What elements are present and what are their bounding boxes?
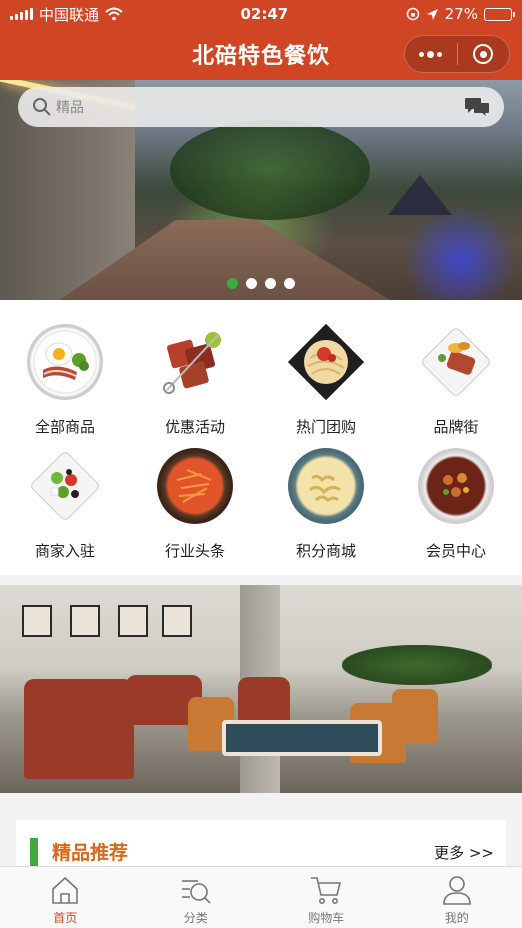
category-label: 积分商城: [295, 542, 356, 560]
tab-category[interactable]: 分类: [131, 867, 262, 928]
category-all-products[interactable]: 全部商品: [0, 300, 130, 436]
bottom-tab-bar: 首页 分类 购物车 我的: [0, 866, 522, 928]
indicator-dot[interactable]: [227, 278, 238, 289]
tab-mine[interactable]: 我的: [392, 867, 522, 928]
breakfast-plate-icon: [27, 324, 103, 400]
noodle-plate-icon: [287, 323, 365, 401]
sofa: [24, 679, 134, 779]
carrot-plate-icon: [157, 448, 233, 524]
stew-bowl-icon: [418, 448, 494, 524]
category-label: 行业头条: [164, 542, 225, 560]
pasta-bowl-icon: [288, 448, 364, 524]
category-search-icon: [181, 880, 211, 904]
category-merchant-join[interactable]: 商家入驻: [0, 424, 130, 560]
user-icon: [442, 876, 471, 905]
search-bar[interactable]: 精品: [18, 87, 504, 127]
wall-picture: [162, 605, 192, 637]
category-label: 会员中心: [425, 542, 486, 560]
target-close-icon: [473, 44, 494, 64]
page-title: 北碚特色餐饮: [191, 44, 330, 69]
wall-picture: [118, 605, 148, 637]
battery-percent: 27%: [444, 5, 478, 23]
sofa: [238, 677, 290, 723]
search-input[interactable]: 精品: [52, 97, 84, 117]
more-link[interactable]: 更多 >>: [434, 842, 494, 863]
carousel-indicators: [227, 278, 295, 289]
category-points-mall[interactable]: 积分商城: [261, 424, 391, 560]
category-brand-street[interactable]: 品牌街: [391, 300, 521, 436]
nav-bar: 北碚特色餐饮: [0, 28, 522, 80]
skewer-icon: [157, 324, 233, 400]
tab-label: 首页: [53, 911, 78, 925]
home-icon: [52, 876, 79, 904]
wall-picture: [22, 605, 52, 637]
tab-cart[interactable]: 购物车: [261, 867, 392, 928]
more-button[interactable]: [405, 36, 457, 72]
more-dots-icon: [419, 50, 443, 58]
salad-plate-icon: [27, 448, 103, 524]
mahjong-table: [222, 720, 382, 756]
category-member-center[interactable]: 会员中心: [391, 424, 521, 560]
location-icon: [426, 8, 438, 20]
mini-program-capsule: [404, 35, 510, 73]
section-accent-bar: [30, 838, 38, 866]
cart-icon: [311, 877, 342, 904]
battery-icon: [483, 7, 515, 21]
banner-trees: [170, 120, 370, 220]
status-time: 02:47: [240, 5, 289, 23]
section-title: 精品推荐: [52, 842, 129, 864]
category-industry-news[interactable]: 行业头条: [130, 424, 260, 560]
restaurant-interior-image: [0, 585, 522, 793]
search-icon: [33, 98, 51, 116]
indicator-dot[interactable]: [246, 278, 257, 289]
top-header: 中国联通 02:47 27% 北碚特色餐饮: [0, 0, 522, 80]
interior-plants: [342, 645, 492, 685]
tab-label: 购物车: [308, 911, 345, 925]
orientation-lock-icon: [406, 7, 419, 21]
category-label: 商家入驻: [34, 542, 95, 560]
wifi-icon: [105, 7, 123, 21]
close-button[interactable]: [458, 36, 510, 72]
category-promotions[interactable]: 优惠活动: [130, 300, 260, 436]
banner-gazebo: [388, 175, 452, 215]
chair: [392, 689, 438, 743]
steak-plate-icon: [418, 324, 494, 400]
wall-picture: [70, 605, 100, 637]
chat-icon[interactable]: [464, 97, 490, 117]
status-bar: 中国联通 02:47 27%: [0, 0, 522, 28]
tab-label: 分类: [183, 911, 208, 925]
signal-icon: [10, 8, 33, 20]
category-grid: 全部商品 优惠活动 热门团购 品牌街 商家入驻 行业头条 积分商城 会员中心: [0, 300, 522, 575]
tab-label: 我的: [444, 911, 469, 925]
indicator-dot[interactable]: [265, 278, 276, 289]
tab-home[interactable]: 首页: [0, 867, 131, 928]
category-group-buy[interactable]: 热门团购: [261, 300, 391, 436]
indicator-dot[interactable]: [284, 278, 295, 289]
carrier-label: 中国联通: [39, 5, 100, 24]
